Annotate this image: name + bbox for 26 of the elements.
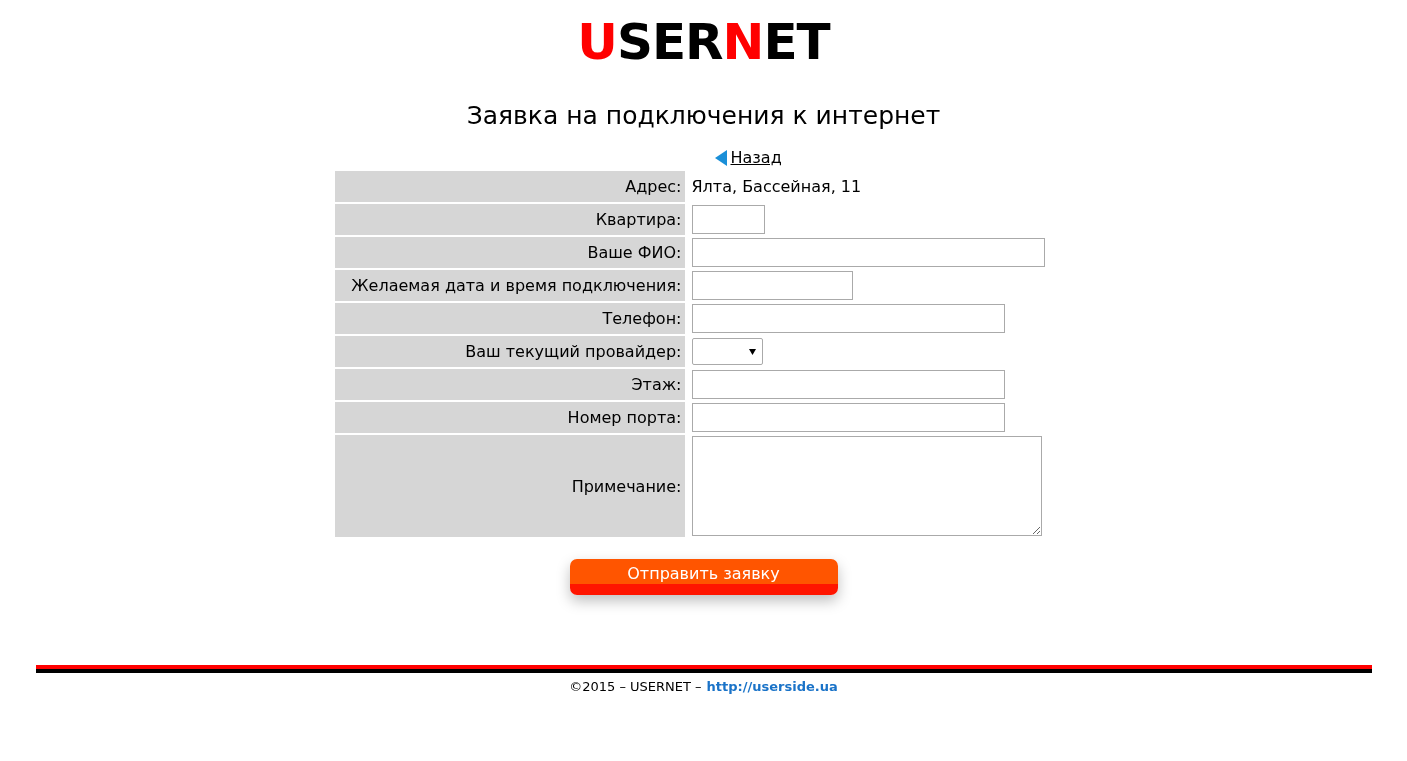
- website-link[interactable]: http://userside.ua: [706, 679, 838, 694]
- caret-icon: [748, 348, 756, 355]
- back-link[interactable]: Назад: [730, 148, 782, 167]
- input-field[interactable]: [691, 403, 1005, 432]
- page-title: Заявка на подключения к интернет: [466, 100, 941, 132]
- dropdown[interactable]: [691, 338, 763, 365]
- address-value: Ялта, Бассейная, 11: [691, 177, 862, 196]
- field-label: Номер порта:: [334, 402, 687, 433]
- input-field[interactable]: [691, 271, 853, 300]
- field-label: Желаемая дата и время подключения:: [334, 270, 687, 301]
- field-label: Ваш текущий провайдер:: [334, 336, 687, 367]
- input-field[interactable]: [691, 205, 765, 234]
- input-field[interactable]: [691, 304, 1005, 333]
- field-label: Телефон:: [334, 303, 687, 334]
- input-field[interactable]: [691, 238, 1045, 267]
- note-field[interactable]: [691, 436, 1042, 536]
- field-label: Примечание:: [334, 435, 687, 537]
- logo: USERNET: [577, 14, 830, 70]
- input-field[interactable]: [691, 370, 1005, 399]
- field-label: Ваше ФИО:: [334, 237, 687, 268]
- back-arrow-icon: [714, 149, 727, 166]
- field-label: Этаж:: [334, 369, 687, 400]
- field-label: Квартира:: [334, 204, 687, 235]
- field-label: Адрес:: [334, 171, 687, 202]
- submit-button[interactable]: Отправить заявку: [569, 559, 838, 595]
- copyright-text: ©2015 – USERNET –: [569, 679, 702, 694]
